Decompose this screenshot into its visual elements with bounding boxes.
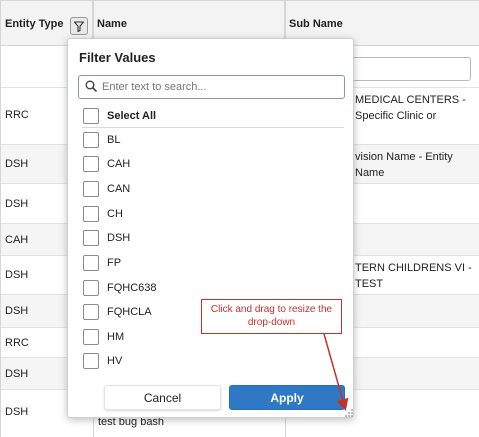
sub-name-cell: TERN CHILDRENS VI - TEST bbox=[355, 262, 472, 290]
option-label: FQHC638 bbox=[107, 282, 157, 294]
option-label: HM bbox=[107, 331, 125, 343]
option-label: CAH bbox=[107, 158, 131, 170]
option-checkbox[interactable] bbox=[83, 329, 99, 345]
select-all-divider bbox=[82, 127, 344, 128]
option-checkbox[interactable] bbox=[83, 156, 99, 172]
option-label: CAN bbox=[107, 183, 131, 195]
option-checkbox[interactable] bbox=[83, 353, 99, 369]
filter-option-bl[interactable]: BL bbox=[83, 131, 343, 149]
option-checkbox[interactable] bbox=[83, 181, 99, 197]
column-header-sub-name-label: Sub Name bbox=[289, 17, 343, 30]
search-box[interactable] bbox=[78, 75, 345, 99]
sub-name-cell: MEDICAL CENTERS - Specific Clinic or bbox=[355, 94, 466, 122]
select-all-label: Select All bbox=[107, 110, 157, 122]
filter-option-cah[interactable]: CAH bbox=[83, 155, 343, 173]
filter-values-popup[interactable]: Filter Values Select All BL CAH CAN CH bbox=[67, 38, 354, 418]
entity-cell: DSH bbox=[5, 198, 29, 210]
resize-hint-callout: Click and drag to resize the drop-down bbox=[201, 299, 342, 334]
option-label: DSH bbox=[107, 232, 131, 244]
apply-button[interactable]: Apply bbox=[229, 385, 345, 410]
option-checkbox[interactable] bbox=[83, 206, 99, 222]
callout-line-1: Click and drag to resize the bbox=[210, 304, 333, 315]
entity-cell: CAH bbox=[5, 234, 29, 246]
option-checkbox[interactable] bbox=[83, 230, 99, 246]
search-icon bbox=[85, 80, 97, 95]
entity-cell: DSH bbox=[5, 269, 29, 281]
filter-option-fqhc638[interactable]: FQHC638 bbox=[83, 279, 343, 297]
cancel-button[interactable]: Cancel bbox=[104, 385, 221, 410]
select-all-option[interactable]: Select All bbox=[83, 107, 343, 125]
sub-name-filter-input[interactable] bbox=[349, 57, 471, 81]
sub-name-cell: vision Name - Entity Name bbox=[355, 151, 453, 179]
column-header-entity-type-label: Entity Type bbox=[5, 17, 64, 30]
option-label: FP bbox=[107, 257, 122, 269]
filter-option-fp[interactable]: FP bbox=[83, 254, 343, 272]
column-header-name-label: Name bbox=[97, 17, 127, 30]
entity-cell: DSH bbox=[5, 406, 29, 418]
filter-option-ch[interactable]: CH bbox=[83, 205, 343, 223]
select-all-checkbox[interactable] bbox=[83, 108, 99, 124]
option-label: CH bbox=[107, 208, 123, 220]
entity-cell: RRC bbox=[5, 337, 29, 349]
filter-icon[interactable] bbox=[70, 17, 88, 35]
resize-grip-icon[interactable] bbox=[344, 408, 354, 418]
option-checkbox[interactable] bbox=[83, 304, 99, 320]
option-label: BL bbox=[107, 134, 121, 146]
entity-cell: DSH bbox=[5, 305, 29, 317]
search-input[interactable] bbox=[102, 81, 337, 93]
option-checkbox[interactable] bbox=[83, 280, 99, 296]
popup-title: Filter Values bbox=[79, 50, 156, 65]
filter-option-dsh[interactable]: DSH bbox=[83, 229, 343, 247]
option-checkbox[interactable] bbox=[83, 132, 99, 148]
entity-cell: DSH bbox=[5, 158, 29, 170]
callout-line-2: drop-down bbox=[247, 317, 296, 328]
filter-option-hv[interactable]: HV bbox=[83, 352, 343, 370]
entity-cell: RRC bbox=[5, 109, 29, 121]
option-checkbox[interactable] bbox=[83, 255, 99, 271]
option-label: FQHCLA bbox=[107, 306, 152, 318]
filter-option-can[interactable]: CAN bbox=[83, 180, 343, 198]
option-label: HV bbox=[107, 355, 123, 367]
entity-cell: DSH bbox=[5, 368, 29, 380]
